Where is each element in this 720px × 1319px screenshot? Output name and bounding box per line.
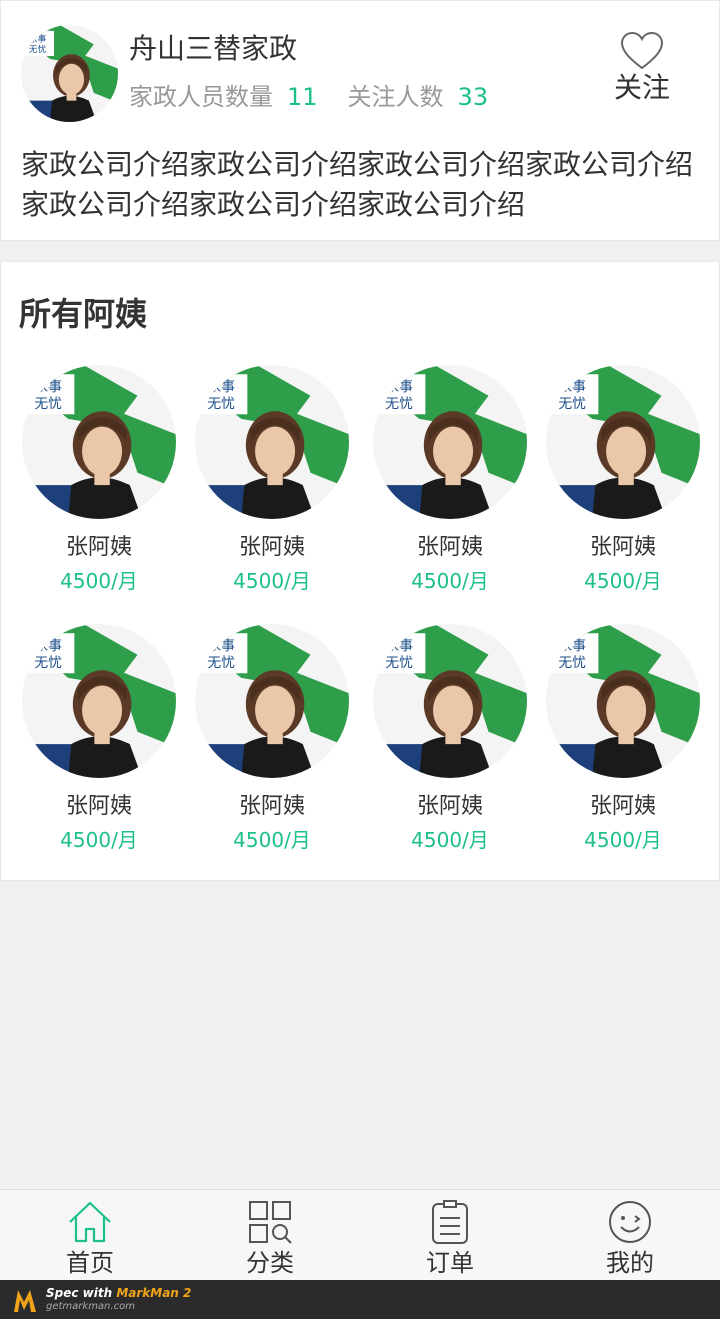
aunt-photo xyxy=(195,365,349,519)
company-stats: 家政人员数量 11 关注人数 33 xyxy=(129,81,518,113)
aunt-photo xyxy=(373,624,527,778)
aunt-avatar xyxy=(373,624,527,778)
aunt-price: 4500/月 xyxy=(411,569,489,593)
company-logo-image xyxy=(21,25,118,122)
aunt-avatar xyxy=(195,365,349,519)
aunt-price: 4500/月 xyxy=(60,828,138,852)
order-icon xyxy=(432,1200,468,1244)
aunt-photo xyxy=(546,624,700,778)
aunt-photo xyxy=(22,365,176,519)
brand-prefix: Spec with xyxy=(46,1285,117,1300)
home-icon xyxy=(69,1201,111,1243)
aunt-photo xyxy=(195,624,349,778)
company-intro: 家政公司介绍家政公司介绍家政公司介绍家政公司介绍家政公司介绍家政公司介绍家政公司… xyxy=(21,148,694,221)
aunts-section: 所有阿姨 张阿姨 4500/月 张阿姨 4500/月 张阿姨 4500/月 张阿… xyxy=(0,261,720,881)
tab-category[interactable]: 分类 xyxy=(180,1190,360,1280)
company-name: 舟山三替家政 xyxy=(129,32,298,65)
aunt-avatar xyxy=(546,624,700,778)
aunt-price: 4500/月 xyxy=(584,569,662,593)
company-avatar xyxy=(21,25,118,122)
brand-accent: MarkMan 2 xyxy=(116,1285,192,1300)
tab-home[interactable]: 首页 xyxy=(0,1190,180,1280)
aunt-price: 4500/月 xyxy=(233,828,311,852)
tab-label: 我的 xyxy=(606,1249,654,1277)
tab-profile[interactable]: 我的 xyxy=(540,1190,720,1280)
aunt-card[interactable]: 张阿姨 4500/月 xyxy=(543,624,703,864)
aunt-card[interactable]: 张阿姨 4500/月 xyxy=(19,624,179,864)
aunt-name: 张阿姨 xyxy=(416,535,483,560)
aunt-card[interactable]: 张阿姨 4500/月 xyxy=(192,365,352,605)
aunt-price: 4500/月 xyxy=(411,828,489,852)
aunt-card[interactable]: 张阿姨 4500/月 xyxy=(370,624,530,864)
brand-title: Spec with MarkMan 2 xyxy=(46,1286,191,1300)
aunt-photo xyxy=(373,365,527,519)
company-card: 舟山三替家政 家政人员数量 11 关注人数 33 关注 家政公司介绍家政公司介绍… xyxy=(0,0,720,241)
markman-logo-icon xyxy=(14,1289,36,1312)
follow-button[interactable]: 关注 xyxy=(609,31,675,107)
aunt-name: 张阿姨 xyxy=(416,794,483,819)
brand-url: getmarkman.com xyxy=(46,1300,135,1312)
aunt-name: 张阿姨 xyxy=(589,535,656,560)
aunt-card[interactable]: 张阿姨 4500/月 xyxy=(19,365,179,605)
tab-label: 订单 xyxy=(426,1249,474,1277)
aunt-price: 4500/月 xyxy=(60,569,138,593)
tab-label: 分类 xyxy=(246,1249,294,1277)
category-icon xyxy=(249,1201,292,1244)
aunt-card[interactable]: 张阿姨 4500/月 xyxy=(543,365,703,605)
markman-footer: Spec with MarkMan 2 getmarkman.com xyxy=(0,1280,720,1319)
section-title: 所有阿姨 xyxy=(19,295,148,333)
followers-count-value: 33 xyxy=(457,83,489,111)
aunt-name: 张阿姨 xyxy=(65,794,132,819)
aunt-avatar xyxy=(22,365,176,519)
aunt-name: 张阿姨 xyxy=(65,535,132,560)
follow-label: 关注 xyxy=(613,71,670,104)
aunt-price: 4500/月 xyxy=(584,828,662,852)
brand-text: Spec with MarkMan 2 getmarkman.com xyxy=(46,1286,191,1314)
tab-label: 首页 xyxy=(66,1249,114,1277)
followers-count-label: 关注人数 xyxy=(347,83,444,111)
staff-count-label: 家政人员数量 xyxy=(129,83,273,111)
heart-icon xyxy=(620,31,664,70)
aunt-price: 4500/月 xyxy=(233,569,311,593)
aunt-name: 张阿姨 xyxy=(589,794,656,819)
aunt-avatar xyxy=(195,624,349,778)
aunt-photo xyxy=(546,365,700,519)
aunt-name: 张阿姨 xyxy=(238,794,305,819)
profile-icon xyxy=(609,1201,651,1243)
aunt-avatar xyxy=(373,365,527,519)
bottom-tab-bar: 首页 分类 订单 我的 xyxy=(0,1189,720,1280)
aunt-avatar xyxy=(546,365,700,519)
tab-order[interactable]: 订单 xyxy=(360,1190,540,1280)
staff-count-value: 11 xyxy=(287,83,318,111)
aunt-name: 张阿姨 xyxy=(238,535,305,560)
aunt-avatar xyxy=(22,624,176,778)
aunt-card[interactable]: 张阿姨 4500/月 xyxy=(192,624,352,864)
aunt-card[interactable]: 张阿姨 4500/月 xyxy=(370,365,530,605)
aunt-photo xyxy=(22,624,176,778)
